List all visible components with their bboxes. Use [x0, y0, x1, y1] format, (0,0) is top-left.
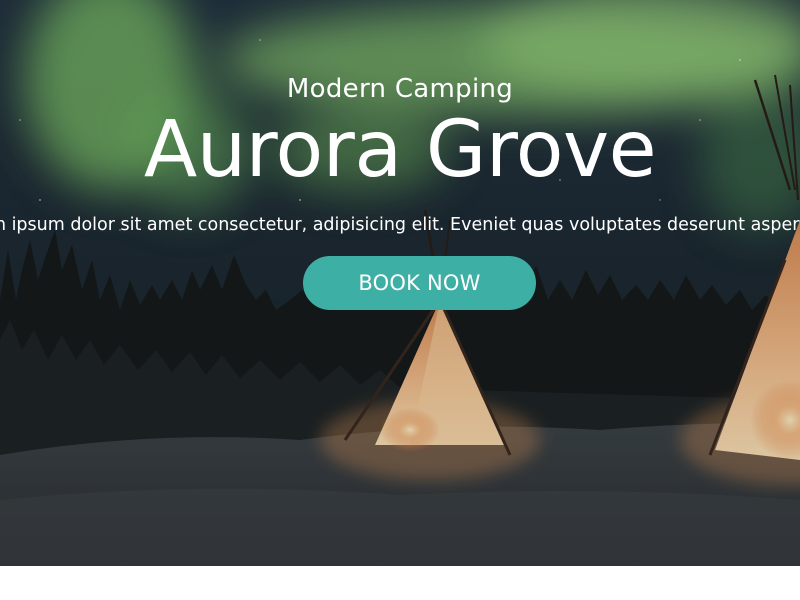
- hero-tagline: Lorem ipsum dolor sit amet consectetur, …: [0, 215, 800, 235]
- hero-subtitle: Modern Camping: [286, 74, 514, 104]
- hero-title: Aurora Grove: [143, 105, 657, 195]
- hero-content: Modern Camping Aurora Grove Lorem ipsum …: [0, 0, 800, 566]
- hero-section: Modern Camping Aurora Grove Lorem ipsum …: [0, 0, 800, 566]
- book-now-button[interactable]: BOOK NOW: [303, 256, 536, 310]
- page-content-start: [0, 566, 800, 600]
